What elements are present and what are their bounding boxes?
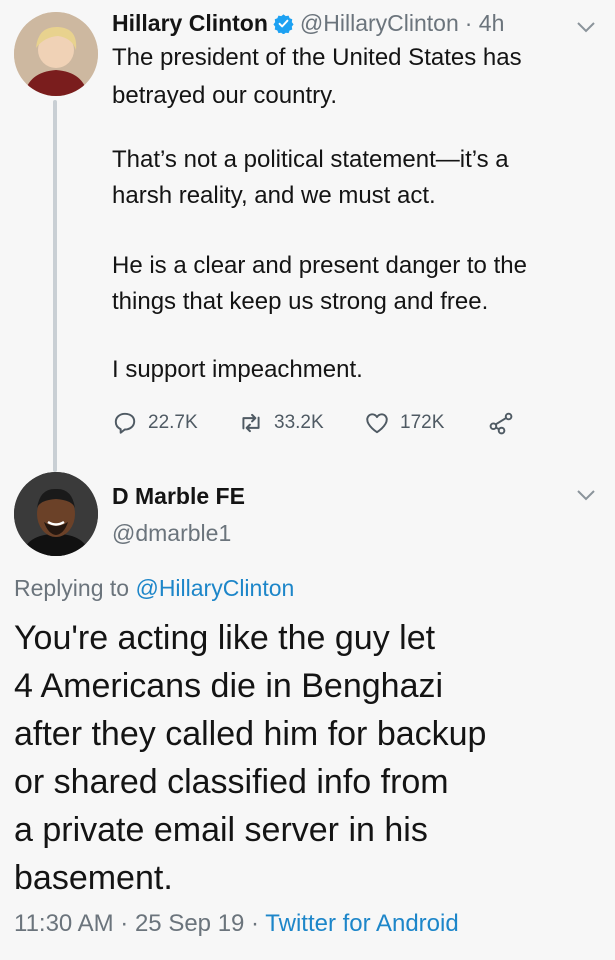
chevron-down-icon[interactable] bbox=[575, 488, 597, 502]
tweet-text-line: The president of the United States has bbox=[112, 44, 522, 71]
reply-button[interactable]: 22.7K bbox=[112, 410, 198, 436]
reply-count: 22.7K bbox=[148, 412, 198, 433]
retweet-icon bbox=[242, 413, 260, 433]
replying-prefix: Replying to bbox=[14, 575, 130, 601]
tweet-actions: 22.7K 33.2K 172K bbox=[112, 410, 532, 440]
reply-icon bbox=[114, 412, 136, 434]
replying-to-link[interactable]: @HillaryClinton bbox=[135, 575, 294, 601]
reply-time: 11:30 AM bbox=[14, 910, 114, 937]
like-button[interactable]: 172K bbox=[364, 410, 444, 436]
tweet-header: Hillary Clinton @HillaryClinton · 4h bbox=[112, 10, 504, 37]
verified-badge-icon bbox=[273, 13, 294, 35]
reply-text-line: You're acting like the guy let bbox=[14, 619, 436, 657]
tweet-time: · 4h bbox=[464, 10, 505, 36]
like-icon bbox=[366, 413, 388, 434]
replying-to: Replying to @HillaryClinton bbox=[14, 575, 294, 602]
chevron-down-icon[interactable] bbox=[575, 20, 597, 34]
tweet-text-line: harsh reality, and we must act. bbox=[112, 182, 436, 209]
share-button[interactable] bbox=[488, 410, 514, 436]
reply-source-link[interactable]: Twitter for Android bbox=[265, 910, 458, 937]
retweet-count: 33.2K bbox=[274, 412, 324, 433]
like-count: 172K bbox=[400, 412, 445, 433]
reply-text-line: 4 Americans die in Benghazi bbox=[14, 667, 444, 705]
tweet-text-line: things that keep us strong and free. bbox=[112, 288, 489, 315]
reply-date: · 25 Sep 19 · bbox=[120, 910, 260, 937]
dmarble-avatar-image bbox=[14, 472, 98, 556]
author-name[interactable]: Hillary Clinton bbox=[112, 10, 268, 37]
author-handle[interactable]: @HillaryClinton bbox=[300, 10, 459, 37]
reply-meta: 11:30 AM · 25 Sep 19 · Twitter for Andro… bbox=[14, 910, 459, 938]
reply-text-line: basement. bbox=[14, 859, 173, 897]
tweet-text-line: That’s not a political statement—it’s a bbox=[112, 146, 509, 173]
reply-text-line: a private email server in his bbox=[14, 811, 428, 849]
tweet-text-line: I support impeachment. bbox=[112, 356, 363, 383]
tweet-text-line: betrayed our country. bbox=[112, 82, 338, 109]
retweet-button[interactable]: 33.2K bbox=[238, 410, 324, 436]
reply-text-line: after they called him for backup bbox=[14, 715, 487, 753]
dmarble-avatar[interactable] bbox=[14, 472, 98, 556]
reply-author-name[interactable]: D Marble FE bbox=[112, 483, 245, 510]
reply-author-handle[interactable]: @dmarble1 bbox=[112, 520, 231, 547]
hillary-avatar[interactable] bbox=[14, 12, 98, 96]
reply-text-line: or shared classified info from bbox=[14, 763, 449, 801]
thread-line bbox=[53, 100, 57, 472]
tweet-text-line: He is a clear and present danger to the bbox=[112, 252, 527, 279]
share-icon bbox=[489, 412, 513, 435]
hillary-avatar-image bbox=[14, 12, 98, 96]
